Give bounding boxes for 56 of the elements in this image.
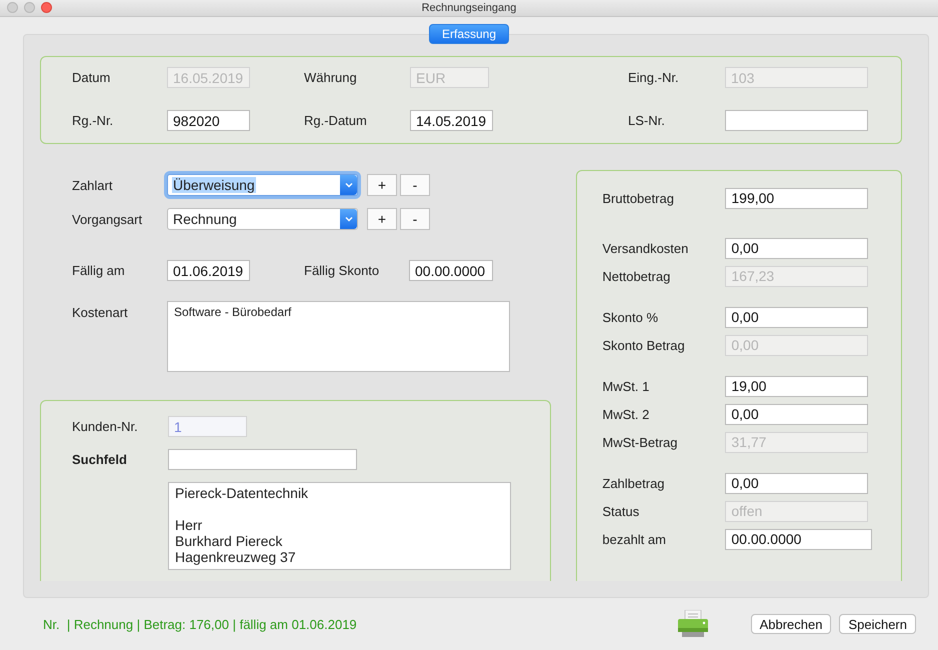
field-label: Rg.-Datum	[304, 113, 368, 128]
field-label: Nettobetrag	[602, 268, 672, 284]
text-area[interactable]: Software - Bürobedarf	[167, 301, 510, 372]
field-label: Suchfeld	[72, 452, 128, 467]
square-button[interactable]: -	[400, 174, 430, 196]
text-field[interactable]: 982020	[167, 110, 250, 131]
field-label: MwSt. 1	[602, 378, 650, 394]
field-label: Skonto Betrag	[602, 338, 686, 352]
text-field[interactable]: 0,00	[725, 238, 868, 258]
field-label: Kunden-Nr.	[72, 419, 139, 434]
text-field[interactable]: 00.00.0000	[725, 528, 872, 550]
text-field[interactable]	[725, 110, 868, 131]
minimize-button[interactable]	[24, 2, 35, 13]
field-label: Versandkosten	[602, 240, 690, 256]
text-field[interactable]: 0,00	[725, 472, 868, 494]
address-box[interactable]: Piereck-Datentechnik Herr Burkhard Piereck Hagenkreuzweg 37	[168, 482, 511, 570]
square-button[interactable]: -	[400, 208, 430, 230]
field-label: Status	[602, 504, 640, 518]
text-field[interactable]: 0,00	[725, 306, 868, 328]
square-button[interactable]: +	[367, 208, 397, 230]
push-button[interactable]: Abbrechen	[750, 614, 832, 634]
text-field[interactable]: 01.06.2019	[167, 260, 250, 281]
field-label: bezahlt am	[602, 532, 667, 546]
field-label: LS-Nr.	[628, 113, 666, 128]
field-label: Vorgangsart	[72, 212, 144, 226]
field-label: Eing.-Nr.	[628, 70, 680, 85]
field-label: Kostenart	[72, 305, 129, 320]
close-button[interactable]	[7, 2, 18, 13]
printer-icon[interactable]	[676, 610, 709, 638]
field-label: Bruttobetrag	[602, 190, 675, 206]
text-field[interactable]: 14.05.2019	[410, 110, 493, 131]
field-label: Währung	[304, 70, 358, 85]
text-field[interactable]: 19,00	[725, 376, 868, 396]
tab[interactable]: Erfassung	[428, 24, 510, 44]
push-button[interactable]: Speichern	[839, 614, 916, 634]
text-field[interactable]: 199,00	[725, 188, 868, 208]
status-text: Nr. | Rechnung | Betrag: 176,00 | fällig am 01.06.2019	[43, 616, 358, 632]
field-label: Zahlbetrag	[602, 476, 666, 490]
field-label: Zahlart	[72, 178, 114, 192]
field-label: MwSt-Betrag	[602, 434, 679, 450]
chevron-down-icon	[344, 216, 352, 222]
chevron-down-icon	[344, 182, 352, 188]
zoom-button[interactable]	[41, 2, 52, 13]
dropdown[interactable]: Überweisung	[167, 174, 358, 196]
text-field[interactable]: 0,00	[725, 404, 868, 424]
field-label: MwSt. 2	[602, 406, 650, 422]
field-label: Datum	[72, 70, 112, 85]
field-label: Fällig Skonto	[304, 263, 380, 278]
field-label: Fällig am	[72, 263, 126, 278]
field-label: Rg.-Nr.	[72, 113, 114, 128]
text-field[interactable]: 00.00.0000	[409, 260, 493, 281]
text-field[interactable]	[168, 449, 357, 470]
dropdown[interactable]: Rechnung	[167, 208, 358, 230]
window-title: Rechnungseingang	[422, 2, 516, 14]
square-button[interactable]: +	[367, 174, 397, 196]
field-label: Skonto %	[602, 310, 660, 324]
